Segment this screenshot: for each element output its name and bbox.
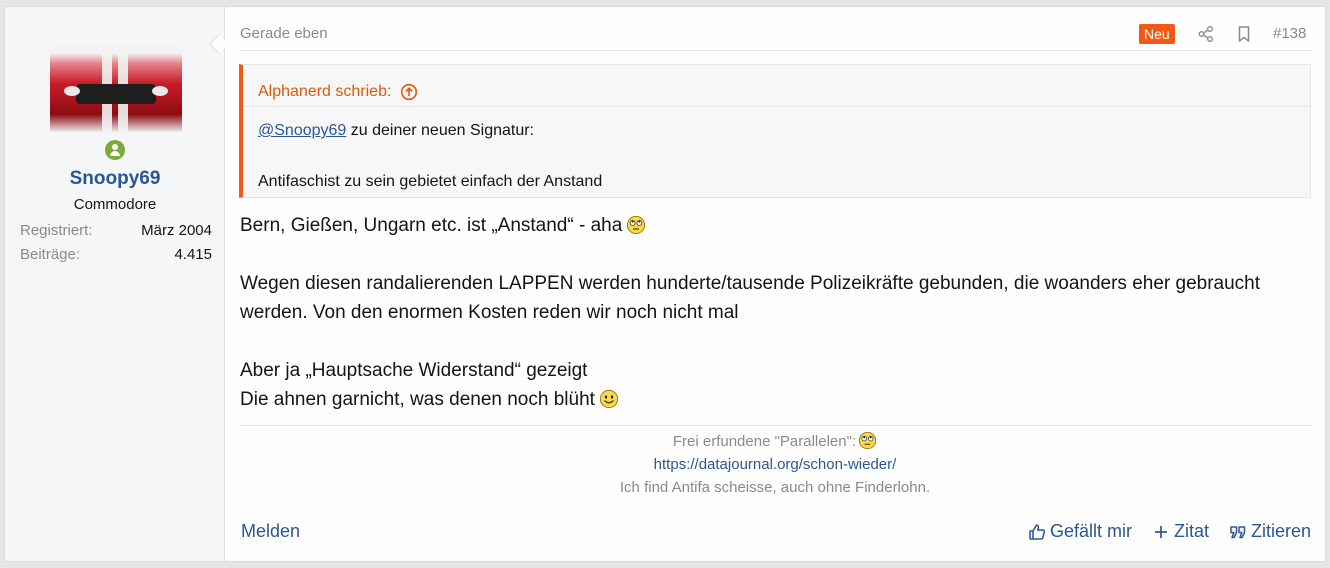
- stat-value: März 2004: [141, 222, 212, 239]
- multi-quote-button[interactable]: Zitat: [1152, 521, 1209, 542]
- rolleyes-smiley-icon: [627, 215, 646, 235]
- post-date[interactable]: Gerade eben: [240, 25, 328, 42]
- reply-quote-label: Zitieren: [1250, 521, 1311, 541]
- stat-value: 4.415: [174, 246, 212, 263]
- content-text: Aber ja „Hauptsache Widerstand“ gezeigt: [240, 360, 588, 381]
- thumbs-up-icon: [1029, 523, 1046, 540]
- user-cell: Snoopy69 Commodore Registriert: März 200…: [5, 7, 225, 561]
- post-number[interactable]: #138: [1273, 25, 1306, 42]
- share-icon[interactable]: [1197, 25, 1215, 43]
- post-main: Gerade eben Neu #138 Alphanerd schrieb:: [239, 7, 1311, 561]
- signature-link[interactable]: https://datajournal.org/schon-wieder/: [654, 456, 897, 473]
- content-text: Die ahnen garnicht, was denen noch blüht: [240, 389, 595, 410]
- stat-label: Beiträge:: [20, 246, 81, 263]
- quote-header[interactable]: Alphanerd schrieb:: [243, 65, 1310, 107]
- user-mention-link[interactable]: @Snoopy69: [258, 122, 346, 139]
- signature: Frei erfundene "Parallelen": https://dat…: [239, 425, 1311, 499]
- content-line: Die ahnen garnicht, was denen noch blüht: [240, 385, 1310, 414]
- stat-registered: Registriert: März 2004: [20, 222, 212, 239]
- quote-marks-icon: [1230, 525, 1246, 538]
- new-badge: Neu: [1139, 24, 1175, 44]
- content-text: Bern, Gießen, Ungarn etc. ist „Anstand“ …: [240, 215, 623, 236]
- signature-text: Ich find Antifa scheisse, auch ohne Find…: [619, 479, 931, 496]
- post-actions-right: Gefällt mir Zitat Zitieren: [1028, 521, 1311, 542]
- smile-smiley-icon: [599, 389, 619, 409]
- post-content: Bern, Gießen, Ungarn etc. ist „Anstand“ …: [240, 211, 1310, 414]
- plus-icon: [1154, 525, 1167, 538]
- like-button[interactable]: Gefällt mir: [1028, 521, 1132, 542]
- post-container: Snoopy69 Commodore Registriert: März 200…: [4, 6, 1326, 562]
- online-status-icon: [105, 140, 125, 160]
- like-label: Gefällt mir: [1049, 521, 1132, 541]
- quote-text: zu deiner neuen Signatur:: [346, 122, 534, 139]
- signature-line: Frei erfundene "Parallelen":: [239, 430, 1311, 453]
- multi-quote-label: Zitat: [1173, 521, 1209, 541]
- bookmark-icon[interactable]: [1235, 25, 1253, 43]
- quote-author[interactable]: Alphanerd schrieb:: [258, 83, 391, 101]
- arrow-up-circle-icon[interactable]: [400, 83, 418, 101]
- stat-label: Registriert:: [20, 222, 93, 239]
- avatar[interactable]: [50, 44, 182, 132]
- post-header: Gerade eben Neu #138: [239, 21, 1311, 51]
- rolleyes-smiley-icon: [858, 431, 877, 450]
- quote-text: Antifaschist zu sein gebietet einfach de…: [258, 173, 603, 190]
- reply-quote-button[interactable]: Zitieren: [1229, 521, 1311, 542]
- report-link[interactable]: Melden: [241, 521, 300, 542]
- content-line: Bern, Gießen, Ungarn etc. ist „Anstand“ …: [240, 211, 1310, 240]
- post-actions: Melden Gefällt mir Zitat Zitieren: [239, 521, 1311, 545]
- quote-line: @Snoopy69 zu deiner neuen Signatur:: [258, 118, 1310, 144]
- signature-text: Frei erfundene "Parallelen":: [672, 433, 857, 450]
- username[interactable]: Snoopy69: [5, 168, 225, 190]
- quote-block: Alphanerd schrieb: @Snoopy69 zu deiner n…: [239, 64, 1311, 198]
- stat-posts: Beiträge: 4.415: [20, 246, 212, 263]
- user-title: Commodore: [73, 196, 157, 213]
- quote-body: @Snoopy69 zu deiner neuen Signatur: Anti…: [243, 107, 1310, 195]
- content-text: Wegen diesen randalierenden LAPPEN werde…: [240, 273, 1261, 323]
